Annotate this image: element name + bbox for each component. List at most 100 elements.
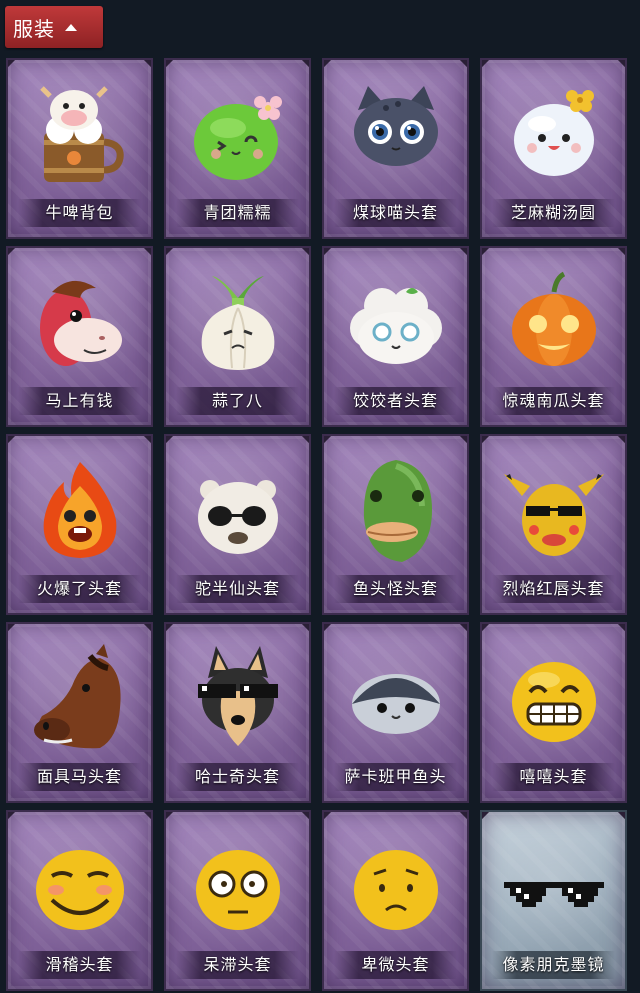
item-label: 呆滞头套	[176, 951, 299, 979]
item-card[interactable]: 芝麻糊汤圆	[480, 58, 627, 239]
card-corner	[143, 436, 151, 444]
card-corner	[8, 436, 16, 444]
item-card[interactable]: 蒜了八	[164, 246, 311, 427]
item-label: 火爆了头套	[18, 575, 141, 603]
card-corner	[8, 60, 16, 68]
green-rice-ball-icon	[193, 96, 282, 180]
item-card[interactable]: 煤球喵头套	[322, 58, 469, 239]
card-corner	[8, 248, 16, 256]
item-label: 青团糯糯	[176, 199, 299, 227]
card-corner	[166, 60, 174, 68]
item-grid: 牛啤背包 青团糯糯 煤球喵头套 芝麻糊汤圆 马上有钱 蒜了八 饺饺者头套 惊魂南…	[6, 58, 627, 991]
card-corner	[8, 624, 16, 632]
card-corner	[143, 624, 151, 632]
item-label: 滑稽头套	[18, 951, 141, 979]
item-card[interactable]: 烈焰红唇头套	[480, 434, 627, 615]
card-corner	[166, 436, 174, 444]
card-corner	[459, 248, 467, 256]
alpaca-sunglasses-icon	[197, 480, 278, 554]
item-card[interactable]: 马上有钱	[6, 246, 153, 427]
card-corner	[324, 248, 332, 256]
item-card[interactable]: 青团糯糯	[164, 58, 311, 239]
card-corner	[301, 812, 309, 820]
item-label: 像素朋克墨镜	[492, 951, 615, 979]
fireball-icon	[43, 462, 116, 558]
item-label: 蒜了八	[176, 387, 299, 415]
category-title: 服装	[13, 16, 55, 41]
card-corner	[459, 624, 467, 632]
white-dumpling-icon	[513, 90, 594, 176]
black-cat-head-icon	[353, 86, 438, 166]
card-corner	[459, 436, 467, 444]
item-label: 牛啤背包	[18, 199, 141, 227]
item-card[interactable]: 呆滞头套	[164, 810, 311, 991]
card-corner	[143, 812, 151, 820]
card-corner	[459, 60, 467, 68]
item-card[interactable]: 萨卡班甲鱼头	[322, 622, 469, 803]
yellow-creature-sunglasses-icon	[503, 474, 604, 556]
smirk-emoji-icon	[35, 850, 124, 930]
card-corner	[166, 624, 174, 632]
item-label: 驼半仙头套	[176, 575, 299, 603]
item-card[interactable]: 牛啤背包	[6, 58, 153, 239]
card-corner	[301, 436, 309, 444]
item-card[interactable]: 嘻嘻头套	[480, 622, 627, 803]
card-corner	[482, 624, 490, 632]
card-corner	[482, 436, 490, 444]
card-corner	[617, 436, 625, 444]
husky-sunglasses-icon	[197, 646, 278, 746]
item-label: 惊魂南瓜头套	[492, 387, 615, 415]
item-label: 萨卡班甲鱼头	[334, 763, 457, 791]
card-corner	[143, 60, 151, 68]
chevron-up-icon	[65, 23, 77, 31]
card-corner	[617, 248, 625, 256]
item-card[interactable]: 惊魂南瓜头套	[480, 246, 627, 427]
item-label: 面具马头套	[18, 763, 141, 791]
item-card[interactable]: 卑微头套	[322, 810, 469, 991]
card-corner	[617, 624, 625, 632]
card-corner	[324, 812, 332, 820]
item-label: 饺饺者头套	[334, 387, 457, 415]
horse-mask-icon	[33, 644, 121, 749]
card-corner	[8, 812, 16, 820]
card-corner	[324, 624, 332, 632]
cloud-dumpling-icon	[349, 288, 442, 364]
pumpkin-icon	[511, 271, 596, 366]
item-card[interactable]: 驼半仙头套	[164, 434, 311, 615]
item-label: 哈士奇头套	[176, 763, 299, 791]
card-corner	[482, 812, 490, 820]
item-card[interactable]: 面具马头套	[6, 622, 153, 803]
dazed-emoji-icon	[195, 850, 280, 930]
card-corner	[143, 248, 151, 256]
card-corner	[617, 60, 625, 68]
item-card[interactable]: 鱼头怪头套	[322, 434, 469, 615]
item-card[interactable]: 哈士奇头套	[164, 622, 311, 803]
grin-emoji-icon	[511, 662, 596, 742]
costume-category-toggle[interactable]: 服装	[5, 6, 103, 48]
sacabambaspis-icon	[351, 674, 440, 734]
item-label: 马上有钱	[18, 387, 141, 415]
item-label: 卑微头套	[334, 951, 457, 979]
card-corner	[301, 248, 309, 256]
red-horse-icon	[39, 280, 122, 366]
card-corner	[301, 624, 309, 632]
card-corner	[482, 60, 490, 68]
card-corner	[166, 248, 174, 256]
card-corner	[166, 812, 174, 820]
item-card[interactable]: 滑稽头套	[6, 810, 153, 991]
card-corner	[324, 60, 332, 68]
card-corner	[617, 812, 625, 820]
card-corner	[324, 436, 332, 444]
item-label: 煤球喵头套	[334, 199, 457, 227]
beer-barrel-cow-icon	[39, 86, 124, 182]
item-card[interactable]: 饺饺者头套	[322, 246, 469, 427]
pixel-sunglasses-icon	[503, 882, 604, 907]
humble-emoji-icon	[353, 850, 438, 930]
card-corner	[459, 812, 467, 820]
card-corner	[301, 60, 309, 68]
item-card[interactable]: 火爆了头套	[6, 434, 153, 615]
item-card[interactable]: 像素朋克墨镜	[480, 810, 627, 991]
garlic-icon	[201, 276, 274, 370]
item-label: 芝麻糊汤圆	[492, 199, 615, 227]
item-label: 烈焰红唇头套	[492, 575, 615, 603]
